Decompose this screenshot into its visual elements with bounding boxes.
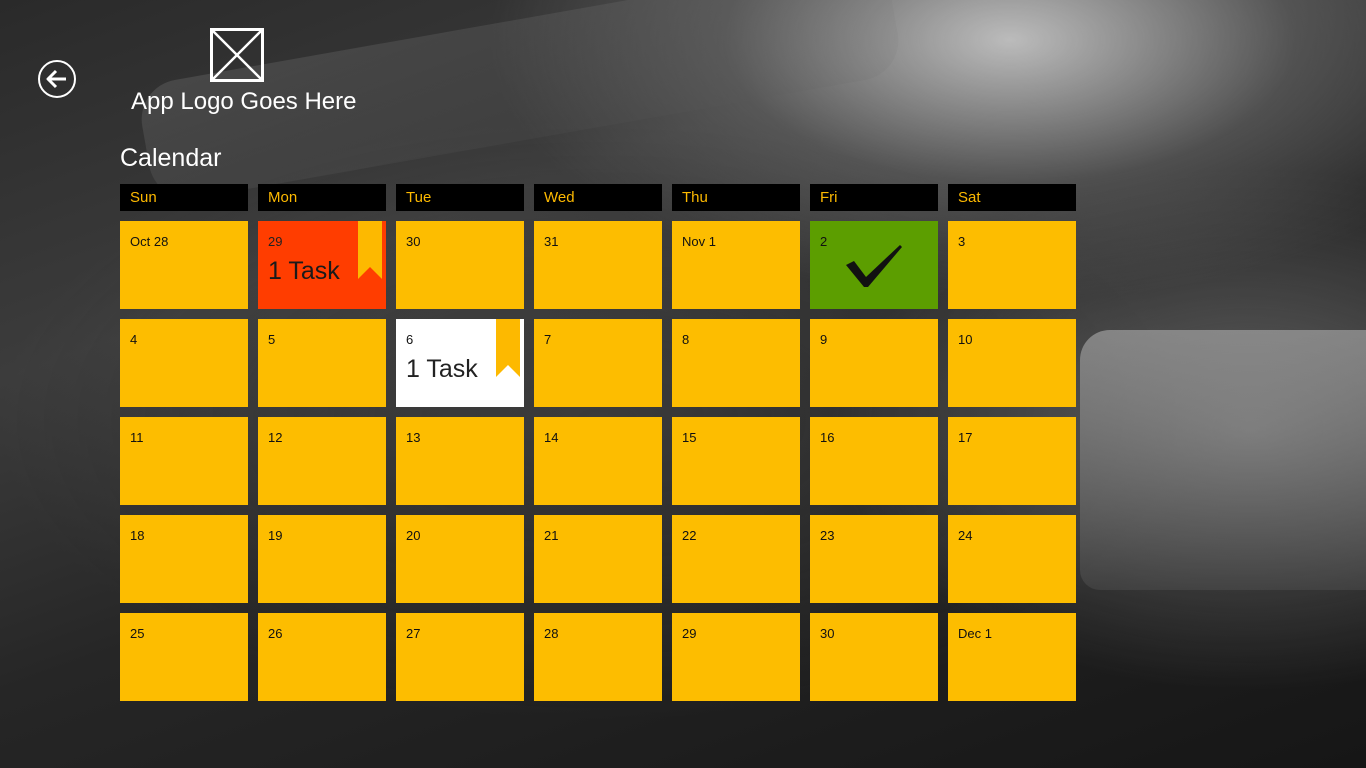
placeholder-logo-icon xyxy=(210,28,264,82)
calendar-day-cell[interactable]: 18 xyxy=(120,515,248,603)
calendar-day-cell[interactable]: 8 xyxy=(672,319,800,407)
weekday-header: Mon xyxy=(258,184,386,211)
day-number: 30 xyxy=(820,626,835,641)
weekday-header-row: Sun Mon Tue Wed Thu Fri Sat xyxy=(120,184,1076,211)
day-number: 17 xyxy=(958,430,973,445)
day-number: Nov 1 xyxy=(682,234,716,249)
weekday-header: Sun xyxy=(120,184,248,211)
bookmark-icon xyxy=(358,221,382,279)
day-number: 9 xyxy=(820,332,828,347)
calendar-day-cell[interactable]: 7 xyxy=(534,319,662,407)
day-number: 7 xyxy=(544,332,552,347)
calendar-day-cell[interactable]: 61 Task xyxy=(396,319,524,407)
day-number: 31 xyxy=(544,234,559,249)
day-number: 14 xyxy=(544,430,559,445)
day-number: 26 xyxy=(268,626,283,641)
calendar-day-cell[interactable]: 15 xyxy=(672,417,800,505)
calendar-day-cell[interactable]: 14 xyxy=(534,417,662,505)
day-number: 29 xyxy=(682,626,697,641)
weekday-header: Wed xyxy=(534,184,662,211)
day-number: 19 xyxy=(268,528,283,543)
day-number: 10 xyxy=(958,332,973,347)
calendar-day-cell[interactable]: Oct 28 xyxy=(120,221,248,309)
bookmark-icon xyxy=(496,319,520,377)
weekday-header: Tue xyxy=(396,184,524,211)
day-number: 3 xyxy=(958,234,966,249)
calendar-day-cell[interactable]: Dec 1 xyxy=(948,613,1076,701)
calendar-day-cell[interactable]: 27 xyxy=(396,613,524,701)
day-number: 13 xyxy=(406,430,421,445)
calendar-grid: Oct 28 29 1 Task 30 31 Nov 1234561 Task 7 8 9 10 1… xyxy=(120,221,1076,701)
day-number: 15 xyxy=(682,430,697,445)
weekday-header: Thu xyxy=(672,184,800,211)
calendar-day-cell[interactable]: 11 xyxy=(120,417,248,505)
calendar-day-cell[interactable]: 13 xyxy=(396,417,524,505)
page-title: Calendar xyxy=(120,144,222,172)
calendar-day-cell[interactable]: 29 1 Task xyxy=(258,221,386,309)
day-number: 22 xyxy=(682,528,697,543)
app-logo xyxy=(210,28,264,82)
day-number: 11 xyxy=(130,430,144,445)
calendar-day-cell[interactable]: 28 xyxy=(534,613,662,701)
calendar-day-cell[interactable]: 2 xyxy=(810,221,938,309)
day-number: 25 xyxy=(130,626,145,641)
calendar-day-cell[interactable]: 25 xyxy=(120,613,248,701)
day-number: 18 xyxy=(130,528,145,543)
calendar-day-cell[interactable]: 31 xyxy=(534,221,662,309)
calendar-day-cell[interactable]: 4 xyxy=(120,319,248,407)
weekday-header: Fri xyxy=(810,184,938,211)
day-number: 21 xyxy=(544,528,559,543)
calendar-day-cell[interactable]: 23 xyxy=(810,515,938,603)
day-number: 4 xyxy=(130,332,138,347)
weekday-header: Sat xyxy=(948,184,1076,211)
calendar-day-cell[interactable]: 30 xyxy=(810,613,938,701)
calendar-day-cell[interactable]: 16 xyxy=(810,417,938,505)
calendar-day-cell[interactable]: 20 xyxy=(396,515,524,603)
day-number: 27 xyxy=(406,626,421,641)
calendar-day-cell[interactable]: 22 xyxy=(672,515,800,603)
calendar-day-cell[interactable]: 9 xyxy=(810,319,938,407)
calendar-day-cell[interactable]: 19 xyxy=(258,515,386,603)
day-number: 23 xyxy=(820,528,835,543)
task-count: 1 Task xyxy=(268,257,340,285)
day-number: 16 xyxy=(820,430,835,445)
calendar-day-cell[interactable]: 30 xyxy=(396,221,524,309)
calendar-day-cell[interactable]: 26 xyxy=(258,613,386,701)
calendar-day-cell[interactable]: 24 xyxy=(948,515,1076,603)
day-number: 20 xyxy=(406,528,421,543)
day-number: Oct 28 xyxy=(130,234,169,249)
day-number: 5 xyxy=(268,332,276,347)
calendar-day-cell[interactable]: 17 xyxy=(948,417,1076,505)
calendar-day-cell[interactable]: Nov 1 xyxy=(672,221,800,309)
back-arrow-icon xyxy=(46,69,66,89)
day-number: 12 xyxy=(268,430,283,445)
task-count: 1 Task xyxy=(406,355,478,383)
back-button[interactable] xyxy=(38,60,76,98)
calendar-day-cell[interactable]: 21 xyxy=(534,515,662,603)
calendar-day-cell[interactable]: 10 xyxy=(948,319,1076,407)
day-number: Dec 1 xyxy=(958,626,992,641)
calendar-day-cell[interactable]: 3 xyxy=(948,221,1076,309)
calendar-day-cell[interactable]: 5 xyxy=(258,319,386,407)
day-number: 28 xyxy=(544,626,559,641)
calendar-day-cell[interactable]: 29 xyxy=(672,613,800,701)
day-number: 24 xyxy=(958,528,973,543)
background-book-shape xyxy=(1080,330,1366,590)
app-logo-text: App Logo Goes Here xyxy=(131,88,357,115)
day-number: 8 xyxy=(682,332,690,347)
checkmark-icon xyxy=(846,245,902,287)
day-number: 30 xyxy=(406,234,421,249)
calendar-day-cell[interactable]: 12 xyxy=(258,417,386,505)
